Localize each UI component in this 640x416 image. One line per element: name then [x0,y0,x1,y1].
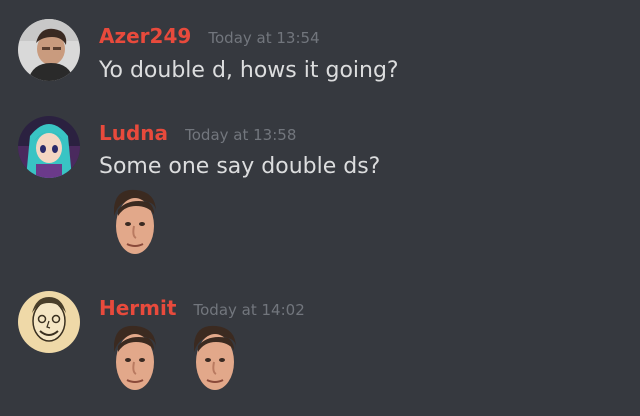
face-emoji[interactable] [108,322,160,396]
anime-girl-avatar-icon [18,116,80,178]
user-avatar[interactable] [18,291,80,353]
sketch-portrait-avatar-icon [18,291,80,353]
message-text: Some one say double ds? [99,154,381,179]
username[interactable]: Ludna [99,121,168,145]
face-emoji-icon [114,325,156,390]
user-avatar-photo-icon [18,19,80,81]
username[interactable]: Hermit [99,296,176,320]
face-emoji-icon [114,189,156,254]
face-emoji[interactable] [188,322,240,396]
face-emoji-icon [194,325,236,390]
timestamp: Today at 13:54 [208,29,320,47]
user-avatar[interactable] [18,116,80,178]
timestamp: Today at 14:02 [193,301,305,319]
chat-log: Azer249 Today at 13:54 Yo double d, hows… [0,0,640,416]
timestamp: Today at 13:58 [185,126,297,144]
message-text: Yo double d, hows it going? [99,58,399,83]
username[interactable]: Azer249 [99,24,191,48]
user-avatar[interactable] [18,19,80,81]
face-emoji[interactable] [108,186,160,260]
